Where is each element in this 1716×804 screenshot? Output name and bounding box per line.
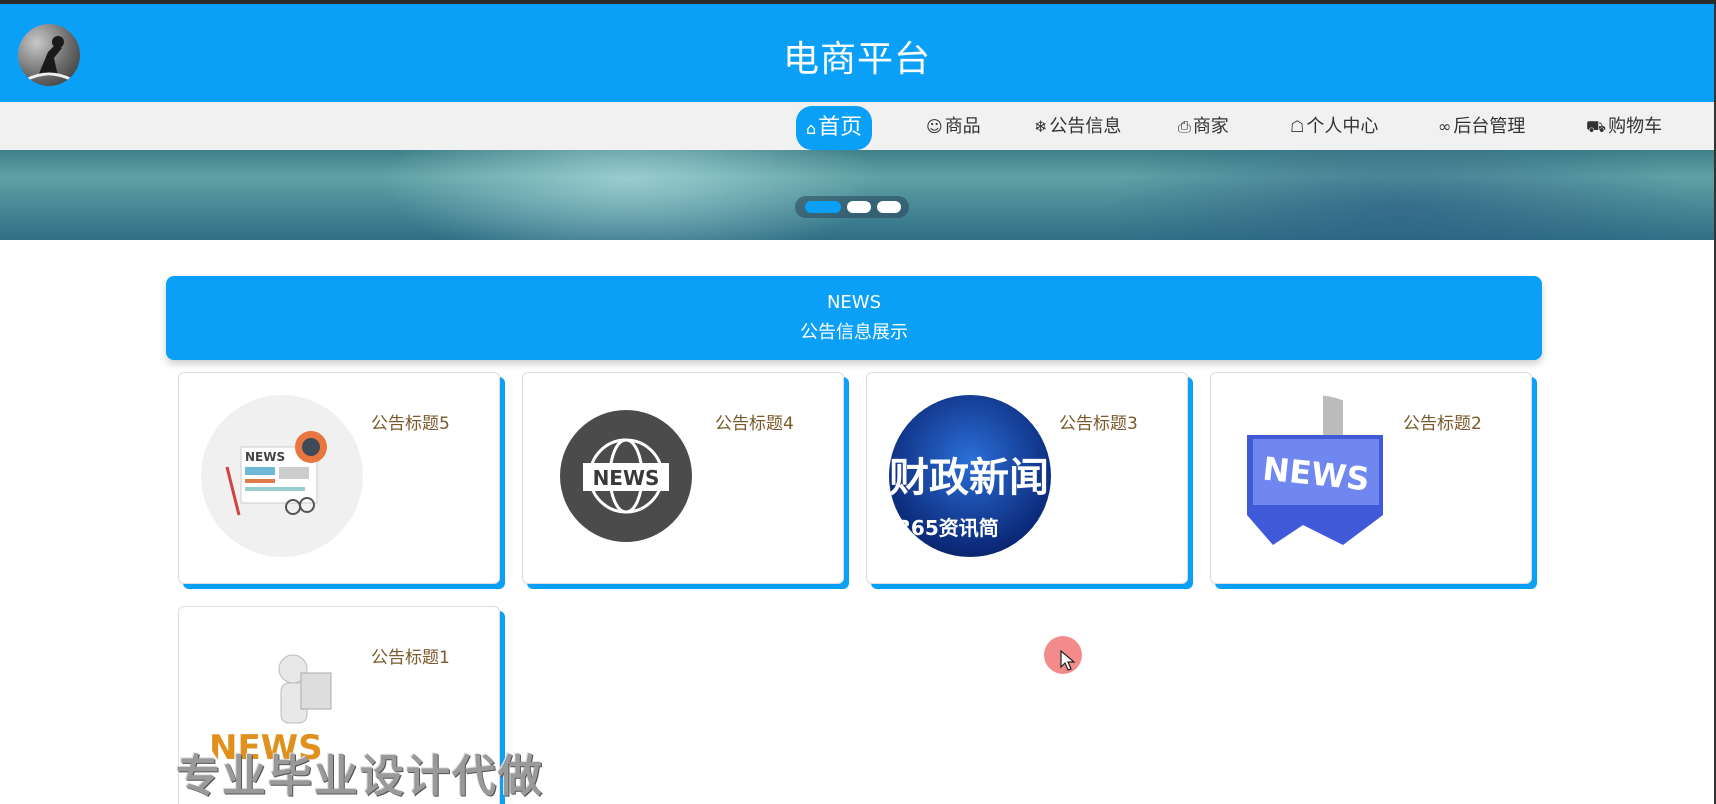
carousel-dot-2[interactable] xyxy=(847,201,871,213)
news-card[interactable]: NEWS 公告标题5 xyxy=(178,372,500,584)
news-card-title: 公告标题4 xyxy=(715,414,794,434)
finance-news-text: 财政新闻 xyxy=(889,455,1049,501)
finance-news-subtext: 365资讯简 xyxy=(897,516,999,540)
newspaper-illustration: NEWS xyxy=(201,395,363,557)
top-header: 电商平台 xyxy=(0,4,1714,102)
snowflake-icon: ❄ xyxy=(1034,117,1048,136)
nav-item-announcements[interactable]: ❄ 公告信息 xyxy=(1034,111,1121,143)
browser-viewport: 电商平台 ⌂首页 ☺ 商品 ❄ 公告信息 ⎙ 商家 ☖ 个人中心 ∞ 后台管理 ⛟ 购物车 xyxy=(0,4,1716,804)
nav-item-admin[interactable]: ∞ 后台管理 xyxy=(1438,111,1525,143)
nav-item-home[interactable]: ⌂首页 xyxy=(796,106,873,150)
carousel-indicators xyxy=(795,196,909,218)
person-icon: ☖ xyxy=(1290,117,1305,136)
main-nav: ⌂首页 ☺ 商品 ❄ 公告信息 ⎙ 商家 ☖ 个人中心 ∞ 后台管理 ⛟ 购物车 xyxy=(0,102,1714,150)
nav-label: 商品 xyxy=(944,116,981,137)
cart-icon: ⛟ xyxy=(1586,117,1607,136)
carousel-dot-1[interactable] xyxy=(805,201,841,213)
news-card-title: 公告标题3 xyxy=(1059,414,1138,434)
news-card[interactable]: NEWS 公告标题4 xyxy=(522,372,844,584)
nav-label: 购物车 xyxy=(1608,116,1663,137)
nav-label: 公告信息 xyxy=(1049,116,1122,137)
news-card-title: 公告标题5 xyxy=(371,414,450,434)
nav-label: 后台管理 xyxy=(1453,116,1526,137)
news-cn-title: 公告信息展示 xyxy=(800,322,908,343)
nav-item-merchants[interactable]: ⎙ 商家 xyxy=(1178,111,1229,143)
news-card[interactable]: 财政新闻 365资讯简 公告标题3 xyxy=(866,372,1188,584)
nav-label: 商家 xyxy=(1192,116,1229,137)
news-globe-icon: NEWS xyxy=(545,395,707,557)
news-en-title: NEWS xyxy=(826,292,882,313)
news-card-title: 公告标题2 xyxy=(1403,414,1482,434)
goods-icon: ☺ xyxy=(926,117,943,136)
nav-item-personal-center[interactable]: ☖ 个人中心 xyxy=(1290,111,1378,143)
nav-item-goods[interactable]: ☺ 商品 xyxy=(926,111,981,143)
mouse-cursor-icon xyxy=(1044,636,1082,674)
home-icon: ⌂ xyxy=(806,119,817,138)
watermark-text: 专业毕业设计代做 xyxy=(176,751,544,802)
news-card-title: 公告标题1 xyxy=(371,648,450,668)
link-icon: ∞ xyxy=(1438,117,1452,136)
finance-news-banner: 财政新闻 365资讯简 xyxy=(889,395,1051,557)
newspaper-text: NEWS xyxy=(245,450,285,464)
globe-news-text: NEWS xyxy=(593,466,660,490)
news-card[interactable]: NEWS 公告标题2 xyxy=(1210,372,1532,584)
news-keyboard-key: NEWS xyxy=(1233,395,1395,557)
site-title: 电商平台 xyxy=(782,39,931,80)
nav-item-cart[interactable]: ⛟ 购物车 xyxy=(1586,111,1662,143)
printer-icon: ⎙ xyxy=(1178,117,1191,136)
carousel-dot-3[interactable] xyxy=(877,201,901,213)
nav-label: 首页 xyxy=(818,115,863,140)
carousel-banner[interactable] xyxy=(0,150,1714,240)
nav-label: 个人中心 xyxy=(1306,116,1379,137)
news-section-header: NEWS 公告信息展示 xyxy=(166,276,1542,360)
